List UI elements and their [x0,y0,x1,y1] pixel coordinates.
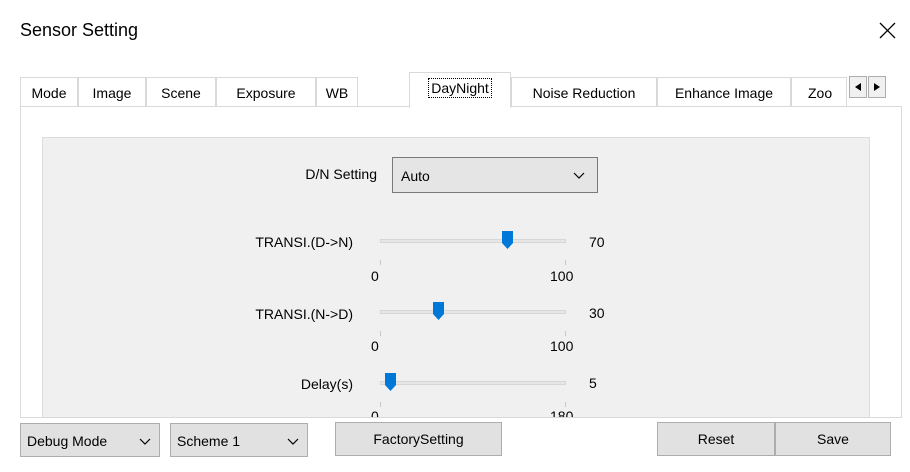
save-button[interactable]: Save [775,422,891,456]
factory-setting-button[interactable]: FactorySetting [335,422,502,456]
slider-tick [565,260,566,265]
reset-button[interactable]: Reset [657,422,775,456]
transi-dn-value: 70 [589,234,605,250]
close-button[interactable] [864,10,910,50]
tab-scene[interactable]: Scene [146,77,216,108]
transi-dn-max: 100 [550,268,574,284]
delay-max: 180 [550,408,574,418]
slider-thumb[interactable] [433,302,444,320]
transi-dn-slider[interactable] [380,231,566,294]
mode-select-value: Debug Mode [27,433,108,449]
slider-tick [380,402,381,407]
slider-tick [380,260,381,265]
transi-nd-min: 0 [371,338,379,354]
tab-wb[interactable]: WB [316,77,358,108]
transi-dn-min: 0 [371,268,379,284]
slider-thumb[interactable] [502,231,513,249]
tab-exposure[interactable]: Exposure [216,77,316,108]
window-title: Sensor Setting [20,20,139,40]
tab-image[interactable]: Image [78,77,146,108]
tab-strip: Mode Image Scene Exposure WB DayNight No… [20,72,902,108]
delay-label: Delay(s) [300,376,353,392]
dn-setting-label: D/N Setting [305,166,377,182]
chevron-down-icon [139,438,151,445]
delay-min: 0 [371,408,379,418]
tab-scroll-right-button[interactable] [868,76,886,98]
daynight-group: D/N Setting Auto TRANSI.(D->N) 70 0 100 … [42,137,870,418]
slider-track [380,310,566,314]
tab-daynight[interactable]: DayNight [409,72,511,108]
chevron-down-icon [287,438,299,445]
dn-setting-select[interactable]: Auto [392,157,598,193]
slider-track [380,381,566,385]
mode-select[interactable]: Debug Mode [20,423,160,457]
chevron-down-icon [573,172,585,179]
transi-nd-max: 100 [550,338,574,354]
tab-enhance-image[interactable]: Enhance Image [657,77,791,108]
tab-zoom[interactable]: Zoo [791,77,847,108]
dialog-footer: Debug Mode Scheme 1 FactorySetting Reset… [0,418,910,472]
dn-setting-value: Auto [401,168,430,184]
tab-scroll-left-button[interactable] [849,76,867,98]
transi-dn-label: TRANSI.(D->N) [255,234,353,250]
slider-tick [565,402,566,407]
tab-mode[interactable]: Mode [20,77,78,108]
scheme-select[interactable]: Scheme 1 [170,423,308,457]
transi-nd-slider[interactable] [380,302,566,365]
title-bar: Sensor Setting [0,0,910,60]
triangle-left-icon [855,83,861,91]
slider-tick [380,331,381,336]
transi-nd-label: TRANSI.(N->D) [255,306,353,322]
slider-track [380,239,566,243]
slider-thumb[interactable] [385,373,396,391]
slider-tick [565,331,566,336]
scheme-select-value: Scheme 1 [177,433,241,449]
triangle-right-icon [874,83,880,91]
tab-noise-reduction[interactable]: Noise Reduction [511,77,657,108]
transi-nd-value: 30 [589,305,605,321]
delay-value: 5 [589,375,597,391]
close-icon [879,22,895,38]
daynight-panel: D/N Setting Auto TRANSI.(D->N) 70 0 100 … [20,106,902,418]
delay-slider[interactable] [380,373,566,417]
